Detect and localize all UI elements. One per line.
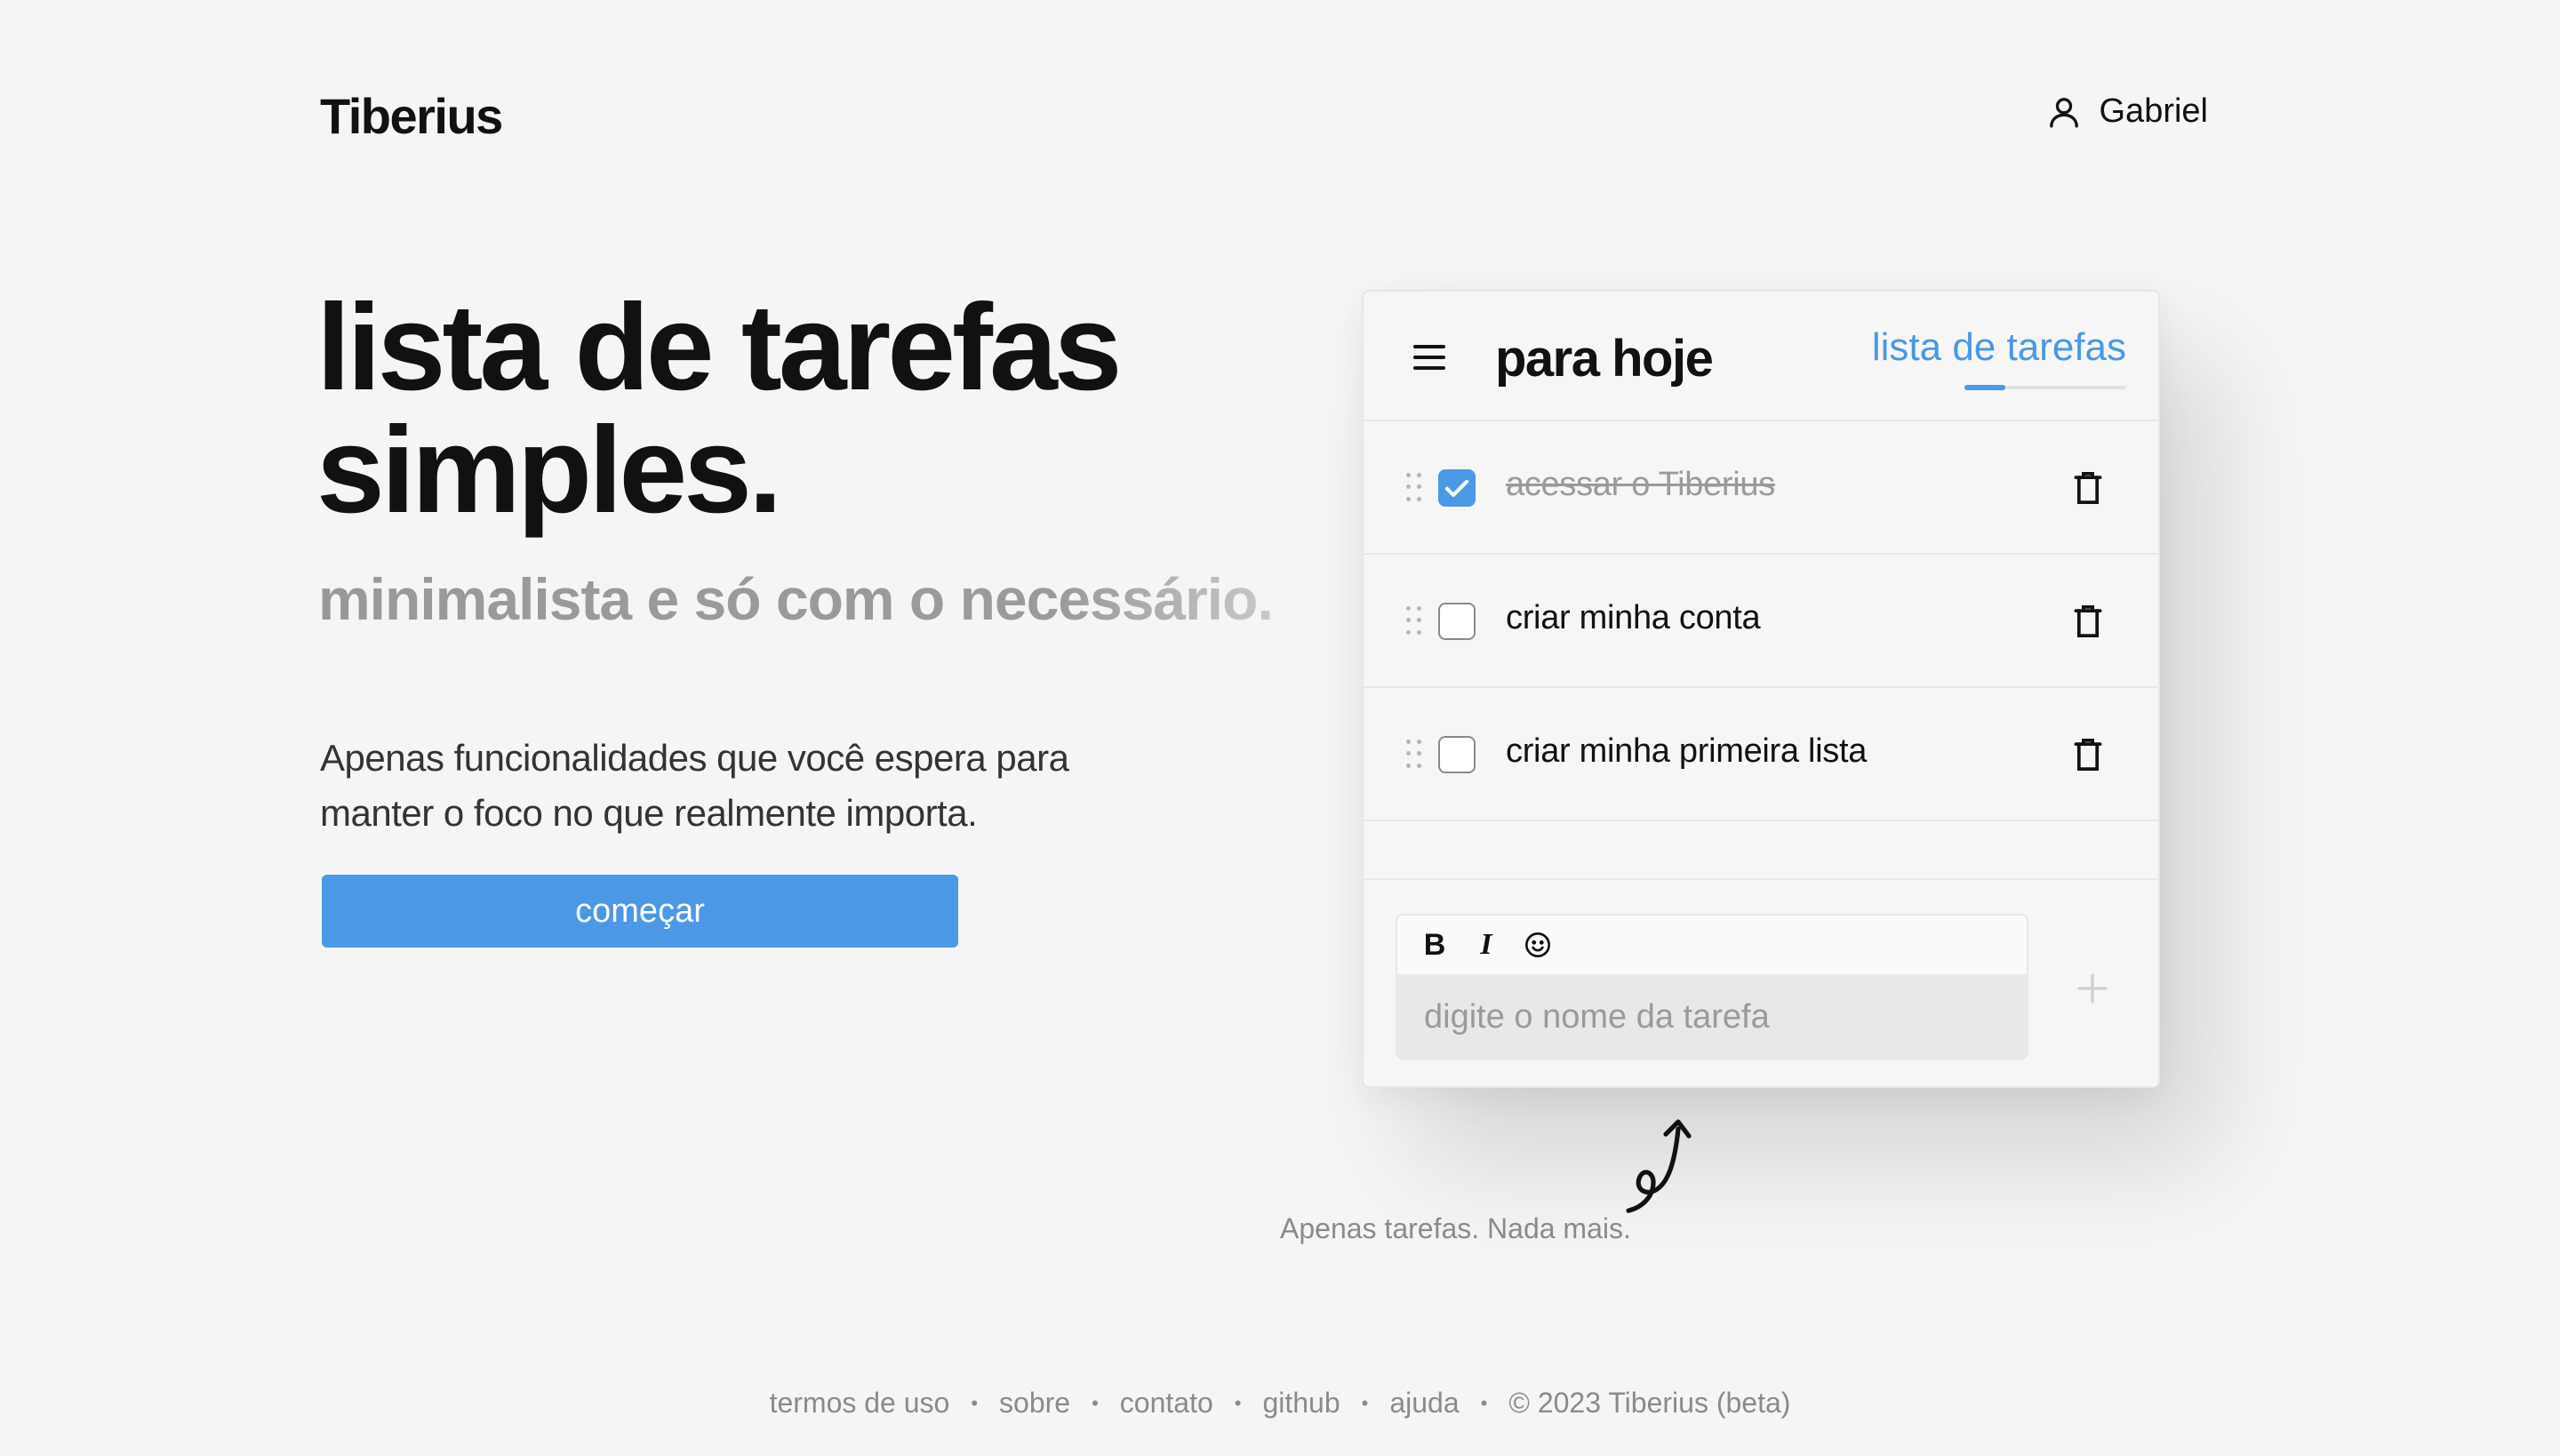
task-checkbox[interactable] bbox=[1438, 736, 1476, 773]
footer-link-help[interactable]: ajuda bbox=[1389, 1387, 1459, 1420]
italic-button[interactable]: I bbox=[1472, 928, 1500, 962]
tab-task-list[interactable]: lista de tarefas bbox=[1872, 325, 2126, 370]
task-name-input[interactable] bbox=[1397, 974, 2027, 1058]
trash-icon[interactable] bbox=[2073, 469, 2103, 507]
new-task-area: B I bbox=[1364, 878, 2158, 1086]
hero-title-line1: lista de tarefas bbox=[316, 279, 1122, 416]
drag-handle-icon[interactable] bbox=[1406, 740, 1422, 770]
start-button[interactable]: começar bbox=[322, 875, 958, 948]
hero-title-line2: simples. bbox=[316, 402, 782, 539]
task-label: acessar o Tiberius bbox=[1506, 466, 1775, 503]
task-list: acessar o Tiberius criar minha conta cri… bbox=[1364, 421, 2158, 875]
drag-handle-icon[interactable] bbox=[1406, 606, 1422, 636]
user-name: Gabriel bbox=[2099, 92, 2209, 130]
menu-icon[interactable] bbox=[1413, 345, 1445, 372]
tab-underline bbox=[1964, 385, 2126, 390]
task-row: acessar o Tiberius bbox=[1364, 421, 2158, 555]
footer-link-terms[interactable]: termos de uso bbox=[770, 1387, 950, 1420]
check-icon bbox=[1444, 479, 1469, 497]
user-menu[interactable]: Gabriel bbox=[2046, 92, 2209, 131]
user-icon bbox=[2049, 97, 2078, 127]
arrow-doodle-icon bbox=[1626, 1119, 1692, 1213]
task-label: criar minha conta bbox=[1506, 599, 1761, 636]
add-task-icon[interactable] bbox=[2075, 971, 2110, 1006]
drag-handle-icon[interactable] bbox=[1406, 473, 1422, 503]
footer-link-about[interactable]: sobre bbox=[999, 1387, 1070, 1420]
list-fade bbox=[1364, 812, 2158, 875]
todo-card: para hoje lista de tarefas acessar o Tib… bbox=[1362, 290, 2160, 1088]
task-row: criar minha conta bbox=[1364, 555, 2158, 688]
tab-active-indicator bbox=[1964, 385, 2005, 390]
footer-link-github[interactable]: github bbox=[1262, 1387, 1340, 1420]
footer-separator: • bbox=[1480, 1391, 1488, 1414]
bold-button[interactable]: B bbox=[1420, 928, 1449, 963]
task-label: criar minha primeira lista bbox=[1506, 732, 1868, 770]
editor-toolbar: B I bbox=[1397, 916, 2027, 974]
logo[interactable]: Tiberius bbox=[320, 87, 503, 145]
task-editor: B I bbox=[1396, 914, 2028, 1060]
card-title: para hoje bbox=[1495, 330, 1714, 388]
task-row: criar minha primeira lista bbox=[1364, 688, 2158, 821]
task-checkbox[interactable] bbox=[1438, 469, 1476, 507]
card-header: para hoje lista de tarefas bbox=[1364, 292, 2158, 421]
emoji-button[interactable] bbox=[1524, 931, 1552, 959]
task-checkbox[interactable] bbox=[1438, 603, 1476, 640]
hero-description: Apenas funcionalidades que você espera p… bbox=[320, 737, 1069, 834]
footer: termos de uso • sobre • contato • github… bbox=[0, 1387, 2560, 1420]
smiley-icon bbox=[1525, 932, 1550, 957]
hero-subtitle: minimalista e só com o necessário. bbox=[318, 566, 1274, 632]
trash-icon[interactable] bbox=[2073, 736, 2103, 773]
landing-page: Tiberius Gabriel lista de tarefas simple… bbox=[0, 0, 2560, 1456]
footer-separator: • bbox=[971, 1391, 979, 1414]
footer-link-contact[interactable]: contato bbox=[1120, 1387, 1213, 1420]
copyright: © 2023 Tiberius (beta) bbox=[1508, 1387, 1791, 1419]
tagline-note: Apenas tarefas. Nada mais. bbox=[1280, 1212, 1631, 1244]
footer-separator: • bbox=[1234, 1391, 1242, 1414]
hero-title: lista de tarefas simples. bbox=[316, 286, 1294, 532]
footer-separator: • bbox=[1092, 1391, 1099, 1414]
trash-icon[interactable] bbox=[2073, 603, 2103, 640]
footer-separator: • bbox=[1361, 1391, 1369, 1414]
